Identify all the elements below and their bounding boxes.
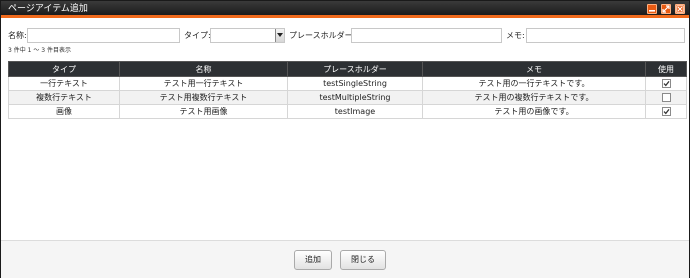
cell-placeholder: testImage bbox=[287, 104, 423, 119]
dialog-title: ページアイテム追加 bbox=[8, 4, 88, 14]
table-header-row: タイプ 名称 プレースホルダー メモ 使用 bbox=[8, 61, 687, 77]
type-filter-select[interactable] bbox=[210, 28, 285, 43]
table-row[interactable]: 一行テキスト テスト用一行テキスト testSingleString テスト用の… bbox=[8, 76, 687, 91]
type-filter-label: タイプ: bbox=[184, 31, 211, 40]
cell-type: 複数行テキスト bbox=[8, 90, 120, 105]
cell-placeholder: testSingleString bbox=[287, 76, 423, 91]
column-header-used[interactable]: 使用 bbox=[645, 61, 687, 77]
table-row[interactable]: 複数行テキスト テスト用複数行テキスト testMultipleString テ… bbox=[8, 90, 687, 105]
filter-bar: 名称: タイプ: プレースホルダー: メモ: bbox=[1, 28, 689, 44]
memo-filter-input[interactable] bbox=[526, 28, 685, 43]
cell-name: テスト用画像 bbox=[119, 104, 288, 119]
dialog-footer: 追加 閉じる bbox=[1, 240, 689, 278]
name-filter-label: 名称: bbox=[8, 31, 27, 40]
cell-used bbox=[645, 104, 687, 119]
add-button[interactable]: 追加 bbox=[294, 250, 332, 270]
cell-memo: テスト用の複数行テキストです。 bbox=[422, 90, 646, 105]
cell-memo: テスト用の一行テキストです。 bbox=[422, 76, 646, 91]
memo-filter-label: メモ: bbox=[506, 31, 525, 40]
used-checkbox[interactable] bbox=[661, 79, 671, 88]
cell-used bbox=[645, 76, 687, 91]
column-header-placeholder[interactable]: プレースホルダー bbox=[287, 61, 423, 77]
maximize-icon[interactable] bbox=[661, 4, 671, 14]
column-header-type[interactable]: タイプ bbox=[8, 61, 120, 77]
cell-used bbox=[645, 90, 687, 105]
cell-type: 一行テキスト bbox=[8, 76, 120, 91]
used-checkbox[interactable] bbox=[661, 107, 671, 116]
minimize-icon[interactable] bbox=[647, 4, 657, 14]
name-filter-input[interactable] bbox=[27, 28, 180, 43]
close-icon[interactable] bbox=[675, 4, 685, 14]
cell-memo: テスト用の画像です。 bbox=[422, 104, 646, 119]
placeholder-filter-label: プレースホルダー: bbox=[289, 31, 356, 40]
placeholder-filter-input[interactable] bbox=[351, 28, 502, 43]
column-header-memo[interactable]: メモ bbox=[422, 61, 646, 77]
page-item-table: タイプ 名称 プレースホルダー メモ 使用 一行テキスト テスト用一行テキスト … bbox=[8, 61, 687, 119]
cell-name: テスト用複数行テキスト bbox=[119, 90, 288, 105]
close-button[interactable]: 閉じる bbox=[340, 250, 386, 270]
used-checkbox[interactable] bbox=[661, 93, 671, 102]
cell-type: 画像 bbox=[8, 104, 120, 119]
table-row[interactable]: 画像 テスト用画像 testImage テスト用の画像です。 bbox=[8, 104, 687, 119]
page-item-add-dialog: ページアイテム追加 名称: タイプ: プレースホルダー: メモ: 3 件中 1 … bbox=[0, 0, 690, 278]
chevron-down-icon[interactable] bbox=[275, 29, 284, 42]
cell-name: テスト用一行テキスト bbox=[119, 76, 288, 91]
dialog-titlebar[interactable]: ページアイテム追加 bbox=[1, 1, 689, 18]
column-header-name[interactable]: 名称 bbox=[119, 61, 288, 77]
cell-placeholder: testMultipleString bbox=[287, 90, 423, 105]
record-count: 3 件中 1 ～ 3 件目表示 bbox=[8, 47, 71, 54]
